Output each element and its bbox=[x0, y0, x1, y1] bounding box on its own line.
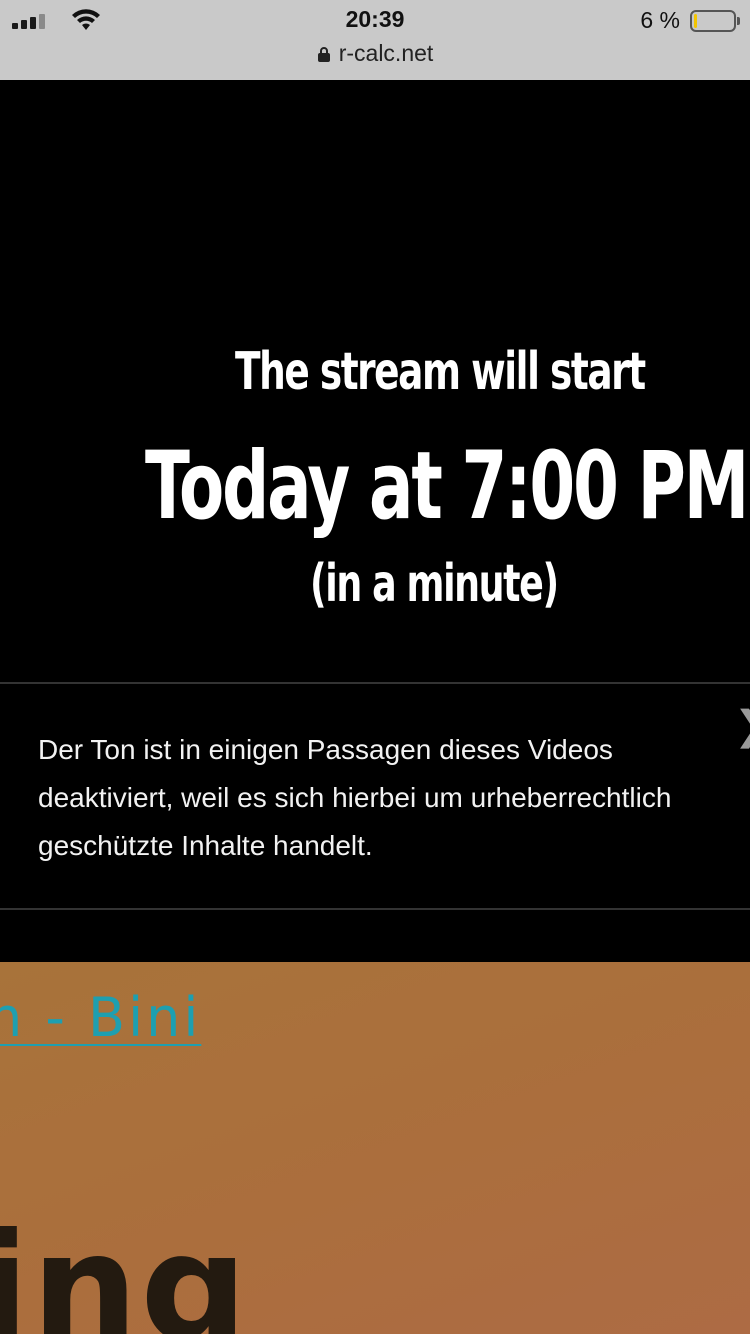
copyright-notice-banner: Der Ton ist in einigen Passagen dieses V… bbox=[0, 682, 750, 910]
page-content: n - Bini ing bbox=[0, 962, 750, 1334]
url-text: r-calc.net bbox=[338, 40, 434, 66]
battery-icon bbox=[690, 10, 740, 32]
stream-start-time: Today at 7:00 PM bbox=[145, 432, 749, 541]
content-link[interactable]: n - Bini bbox=[0, 986, 201, 1049]
chevron-right-icon[interactable]: ❯ bbox=[734, 704, 750, 748]
clock-time: 20:39 bbox=[345, 6, 405, 32]
stream-relative-time: (in a minute) bbox=[310, 554, 559, 614]
stream-start-title: The stream will start bbox=[235, 342, 646, 402]
video-player[interactable]: The stream will start Today at 7:00 PM (… bbox=[0, 80, 750, 962]
lock-icon bbox=[317, 47, 330, 62]
copyright-notice-text: Der Ton ist in einigen Passagen dieses V… bbox=[38, 734, 672, 861]
page-heading: ing bbox=[0, 1202, 250, 1334]
battery-percentage: 6 % bbox=[640, 7, 680, 33]
battery-level bbox=[694, 14, 697, 28]
address-bar[interactable]: r-calc.net bbox=[0, 40, 750, 67]
status-bar: 20:39 6 % r-calc.net bbox=[0, 0, 750, 80]
